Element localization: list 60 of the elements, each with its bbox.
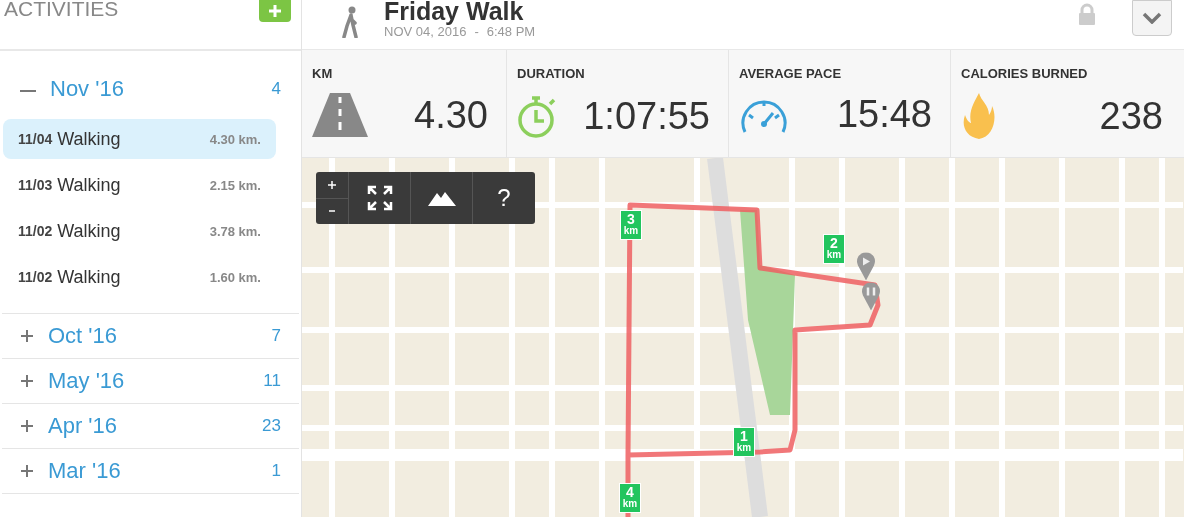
distance-marker: 2 km: [823, 234, 845, 264]
activity-item[interactable]: 11/02 Walking 3.78 km.: [3, 211, 276, 251]
activity-type: Walking: [57, 266, 122, 288]
stat-label: DURATION: [517, 66, 586, 81]
activity-count: 4: [271, 79, 281, 99]
stat-value: 1:07:55: [583, 94, 710, 138]
activity-item[interactable]: 11/03 Walking 2.15 km.: [3, 165, 276, 205]
activity-item[interactable]: 11/04 Walking 4.30 km.: [3, 119, 276, 159]
stat-label: CALORIES BURNED: [961, 66, 1089, 81]
plus-icon: [20, 419, 34, 433]
plus-icon: [20, 329, 34, 343]
activity-distance: 3.78 km.: [209, 223, 261, 239]
month-label: Apr '16: [48, 413, 119, 439]
activity-date: NOV 04, 2016: [384, 24, 467, 39]
minus-icon: [329, 210, 335, 213]
date-separator: -: [474, 24, 479, 39]
plus-icon: [269, 5, 281, 17]
activity-distance: 2.15 km.: [209, 177, 261, 193]
activity-type: Walking: [57, 220, 122, 242]
month-label: Nov '16: [50, 76, 125, 102]
distance-marker: 3 km: [620, 210, 642, 240]
stat-value: 15:48: [836, 93, 932, 136]
minus-icon: [20, 90, 36, 92]
activity-type: Walking: [57, 128, 122, 150]
chevron-down-icon: [1142, 11, 1162, 24]
activity-count: 23: [262, 416, 281, 436]
plus-icon: [328, 180, 336, 189]
activity-count: 7: [271, 326, 281, 346]
mountain-icon: [427, 190, 456, 206]
activity-date: 11/03: [18, 177, 53, 193]
activity-title: Friday Walk: [384, 0, 525, 24]
activity-distance: 4.30 km.: [209, 131, 261, 147]
month-label: Mar '16: [48, 458, 122, 484]
stat-value: 4.30: [414, 93, 488, 137]
flame-icon: [961, 93, 997, 139]
dropdown-button[interactable]: [1132, 0, 1172, 36]
activity-type: Walking: [57, 174, 122, 196]
month-label: Oct '16: [48, 323, 118, 349]
activity-date: 11/02: [18, 223, 53, 239]
activity-count: 1: [271, 461, 281, 481]
road-icon: [312, 93, 368, 137]
fullscreen-icon: [366, 185, 393, 211]
add-button[interactable]: [259, 0, 291, 22]
activity-date: 11/04: [18, 131, 53, 147]
distance-marker: 1 km: [733, 427, 755, 457]
plus-icon: [20, 374, 34, 388]
stat-value: 238: [1099, 94, 1163, 138]
pause-pin-icon: [862, 282, 880, 311]
stat-label: KM: [312, 66, 334, 81]
activity-date: 11/02: [18, 269, 53, 285]
distance-marker: 4 km: [619, 483, 641, 513]
month-label: May '16: [48, 368, 126, 394]
start-pin-icon: [857, 252, 875, 281]
sidebar-title: ACTIVITIES: [4, 0, 119, 20]
stat-label: AVERAGE PACE: [739, 66, 843, 81]
activity-item[interactable]: 11/02 Walking 1.60 km.: [3, 257, 276, 297]
activity-distance: 1.60 km.: [209, 269, 261, 285]
activity-time: 6:48 PM: [486, 24, 536, 39]
activity-count: 11: [263, 371, 281, 391]
plus-icon: [20, 464, 34, 478]
